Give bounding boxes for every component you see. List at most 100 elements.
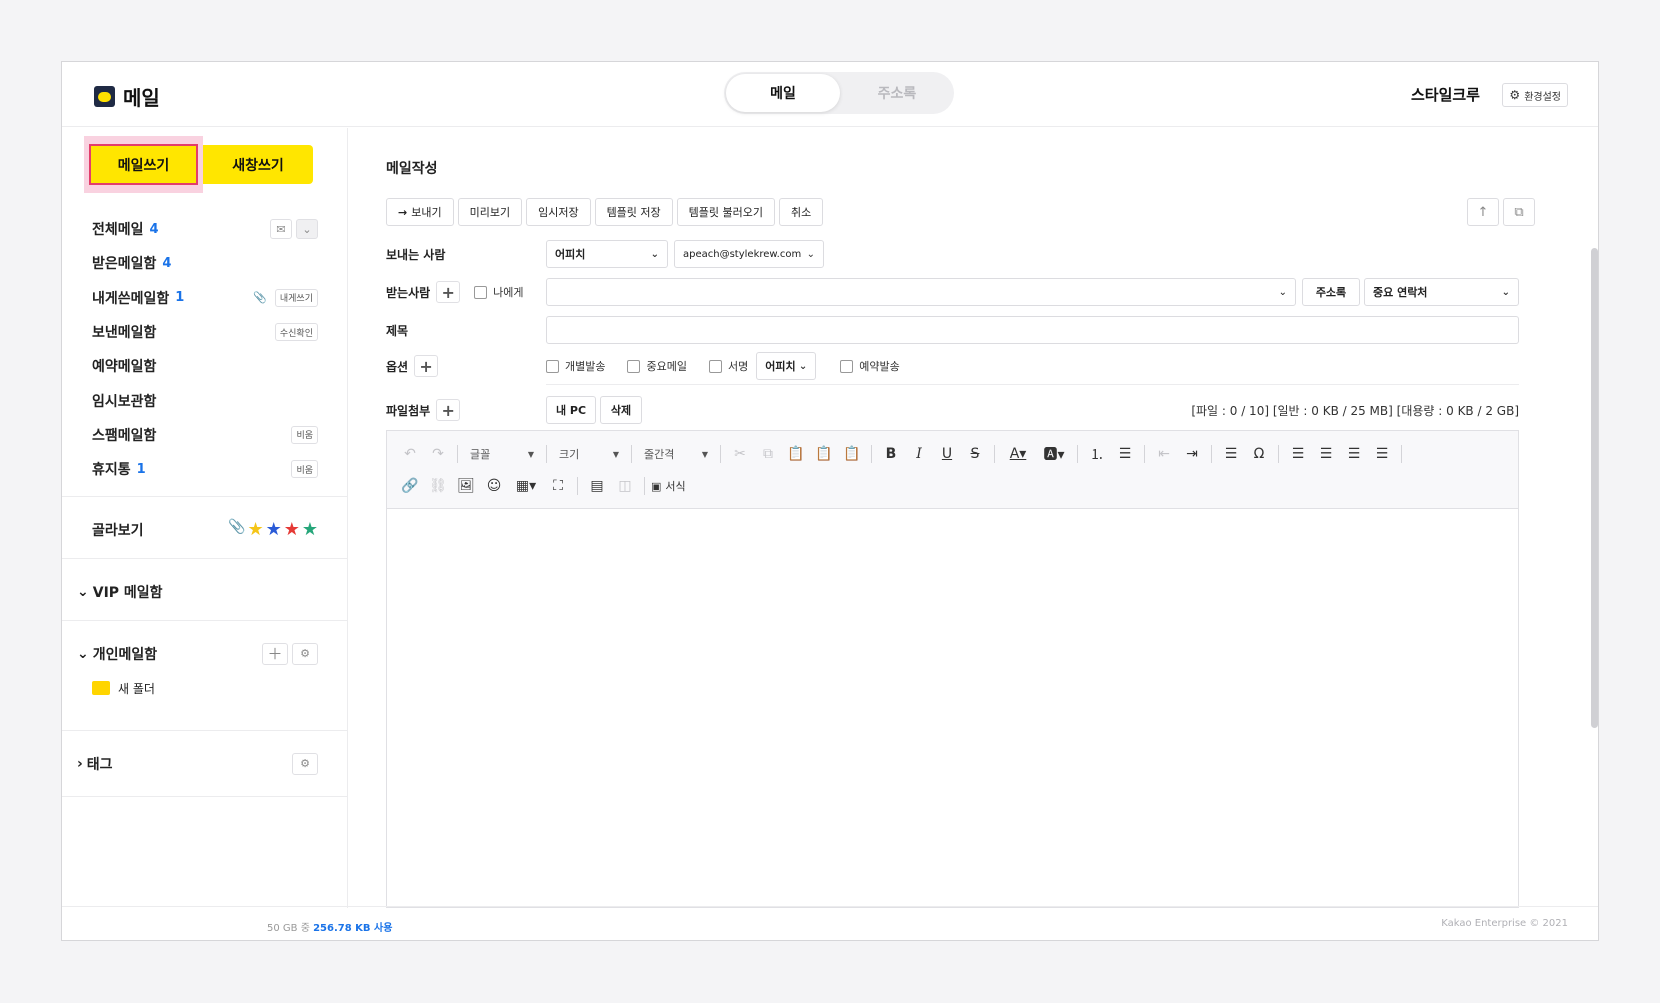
unlink-icon[interactable]: ⛓ xyxy=(425,473,451,499)
envelope-icon[interactable]: ✉ xyxy=(270,219,292,240)
brand[interactable]: 메일 xyxy=(94,82,160,111)
line-height-select[interactable]: 줄간격 ▼ xyxy=(638,441,714,467)
copy-icon[interactable]: ⧉ xyxy=(1503,198,1535,226)
align-right-icon[interactable]: ☰ xyxy=(1341,441,1367,467)
font-select[interactable]: 글꼴 ▼ xyxy=(464,441,540,467)
ordered-list-icon[interactable]: ⒈ xyxy=(1084,441,1110,467)
important-contacts-select[interactable]: 중요 연락처 ⌄ xyxy=(1364,278,1519,306)
align-left-icon[interactable]: ☰ xyxy=(1285,441,1311,467)
save-template-button[interactable]: 템플릿 저장 xyxy=(594,198,673,226)
fullscreen-icon[interactable]: ⛶ xyxy=(545,473,571,499)
align-center-icon[interactable]: ☰ xyxy=(1313,441,1339,467)
cut-icon[interactable]: ✂ xyxy=(727,441,753,467)
write-to-me-chip[interactable]: 내게쓰기 xyxy=(274,288,318,307)
gear-icon[interactable]: ⚙ xyxy=(292,752,318,775)
paperclip-icon[interactable]: 📎 xyxy=(249,288,271,308)
recipient-input[interactable]: ⌄ xyxy=(546,278,1296,306)
star-yellow-icon[interactable]: ★ xyxy=(247,519,263,540)
address-book-button[interactable]: 주소록 xyxy=(1302,278,1360,306)
read-receipt-chip[interactable]: 수신확인 xyxy=(274,323,318,342)
personal-folder-toggle[interactable]: ⌄ 개인메일함 xyxy=(77,644,157,664)
sidebar-item-trash[interactable]: 휴지통 1 비움 xyxy=(62,452,348,486)
copy-icon[interactable]: ⧉ xyxy=(755,441,781,467)
sender-email-select[interactable]: apeach@stylekrew.com ⌄ xyxy=(674,240,824,268)
outdent-icon[interactable]: ⇤ xyxy=(1151,441,1177,467)
undo-icon[interactable]: ↶ xyxy=(397,441,423,467)
emoji-icon[interactable]: ☺ xyxy=(481,473,507,499)
chevron-down-icon: ⌄ xyxy=(77,645,89,662)
cancel-button[interactable]: 취소 xyxy=(779,198,824,226)
editor-body[interactable] xyxy=(387,509,1518,907)
load-template-button[interactable]: 템플릿 불러오기 xyxy=(676,198,776,226)
sidebar-item-to-me[interactable]: 내게쓴메일함 1 📎 내게쓰기 xyxy=(62,281,348,315)
bold-icon[interactable]: B xyxy=(878,441,904,467)
empty-spam-chip[interactable]: 비움 xyxy=(291,425,318,444)
tab-mail[interactable]: 메일 xyxy=(726,74,840,112)
add-folder-icon[interactable]: ＋ xyxy=(262,642,288,665)
add-option-button[interactable]: + xyxy=(414,355,439,377)
gear-icon[interactable]: ⚙ xyxy=(292,642,318,665)
individual-send-checkbox[interactable] xyxy=(546,359,559,373)
my-pc-button[interactable]: 내 PC xyxy=(546,396,596,424)
tag-toggle[interactable]: › 태그 xyxy=(77,754,113,774)
mail-logo-icon xyxy=(94,86,115,107)
indent-icon[interactable]: ⇥ xyxy=(1179,441,1205,467)
sidebar-item-all-mail[interactable]: 전체메일 4 ✉ ⌄ xyxy=(62,212,348,246)
underline-icon[interactable]: U xyxy=(934,441,960,467)
scrollbar[interactable] xyxy=(1591,248,1598,728)
background-color-icon[interactable]: 🅰▾ xyxy=(1037,441,1071,467)
format-button[interactable]: ▣ 서식 xyxy=(651,478,686,494)
star-blue-icon[interactable]: ★ xyxy=(266,519,282,540)
vip-folder-toggle[interactable]: ⌄ VIP 메일함 xyxy=(77,582,163,602)
paste-icon[interactable]: 📋 xyxy=(783,441,809,467)
subject-input[interactable] xyxy=(546,316,1519,344)
size-select[interactable]: 크기 ▼ xyxy=(553,441,625,467)
chevron-down-icon[interactable]: ⌄ xyxy=(296,219,318,240)
special-char-icon[interactable]: Ω xyxy=(1246,441,1272,467)
sender-name-select[interactable]: 어피치 ⌄ xyxy=(546,240,668,268)
preview-icon[interactable]: ◫ xyxy=(612,473,638,499)
horizontal-rule-icon[interactable]: ☰ xyxy=(1218,441,1244,467)
to-me-checkbox[interactable] xyxy=(474,285,488,299)
user-name[interactable]: 스타일크루 xyxy=(1411,84,1480,105)
signature-select[interactable]: 어피치 ⌄ xyxy=(756,352,817,380)
align-justify-icon[interactable]: ☰ xyxy=(1369,441,1395,467)
image-icon[interactable]: 🖼 xyxy=(453,473,479,499)
italic-icon[interactable]: I xyxy=(906,441,932,467)
paste-word-icon[interactable]: 📋 xyxy=(839,441,865,467)
tab-address-book[interactable]: 주소록 xyxy=(840,72,954,114)
new-window-compose-button[interactable]: 새창쓰기 xyxy=(203,145,313,184)
signature-checkbox[interactable] xyxy=(708,359,722,373)
star-red-icon[interactable]: ★ xyxy=(284,519,300,540)
star-green-icon[interactable]: ★ xyxy=(302,519,318,540)
add-recipient-button[interactable]: + xyxy=(436,281,461,303)
source-view-icon[interactable]: ▤ xyxy=(584,473,610,499)
scheduled-send-checkbox[interactable] xyxy=(840,359,854,373)
redo-icon[interactable]: ↷ xyxy=(425,441,451,467)
preview-button[interactable]: 미리보기 xyxy=(457,198,523,226)
sidebar-item-new-folder[interactable]: 새 폴더 xyxy=(62,674,348,702)
app-header: 메일 메일 주소록 스타일크루 ⚙ 환경설정 xyxy=(62,62,1598,127)
bullet-list-icon[interactable]: ☰ xyxy=(1112,441,1138,467)
compose-button[interactable]: 메일쓰기 xyxy=(89,144,198,185)
sidebar-item-inbox[interactable]: 받은메일함 4 xyxy=(62,246,348,280)
empty-trash-chip[interactable]: 비움 xyxy=(291,460,318,479)
settings-button[interactable]: ⚙ 환경설정 xyxy=(1502,83,1568,107)
paperclip-icon[interactable]: 📎 xyxy=(228,519,245,540)
table-icon[interactable]: ▦▾ xyxy=(509,473,543,499)
paste-text-icon[interactable]: 📋 xyxy=(811,441,837,467)
delete-attachment-button[interactable]: 삭제 xyxy=(600,396,642,424)
save-draft-button[interactable]: 임시저장 xyxy=(526,198,591,226)
send-button[interactable]: → 보내기 xyxy=(386,198,454,226)
sidebar-item-scheduled[interactable]: 예약메일함 xyxy=(62,349,348,383)
text-color-icon[interactable]: A▾ xyxy=(1001,441,1035,467)
sidebar-item-drafts[interactable]: 임시보관함 xyxy=(62,383,348,417)
add-attachment-button[interactable]: + xyxy=(436,399,461,421)
sidebar-item-spam[interactable]: 스팸메일함 비움 xyxy=(62,418,348,452)
sidebar-item-sent[interactable]: 보낸메일함 수신확인 xyxy=(62,315,348,349)
link-icon[interactable]: 🔗 xyxy=(397,473,423,499)
strikethrough-icon[interactable]: S xyxy=(962,441,988,467)
arrow-up-icon[interactable]: ↑ xyxy=(1467,198,1499,226)
chevron-down-icon[interactable]: ⌄ xyxy=(1279,287,1287,298)
important-mail-checkbox[interactable] xyxy=(627,359,641,373)
